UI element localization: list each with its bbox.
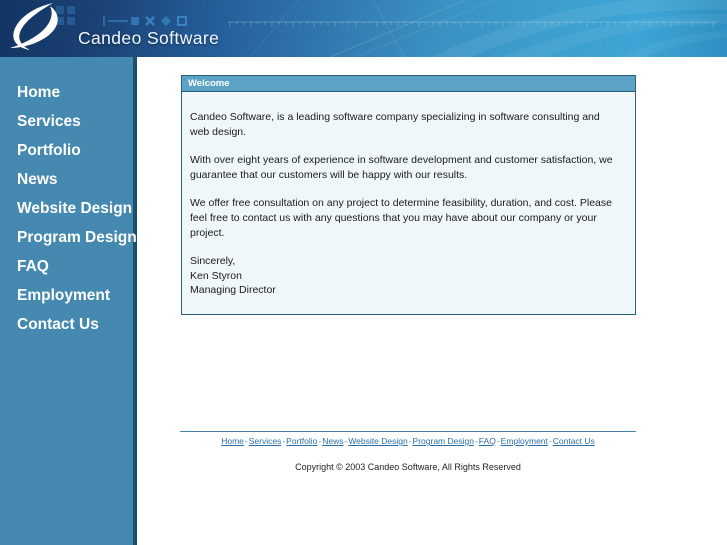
sidebar-item-portfolio[interactable]: Portfolio (0, 136, 133, 165)
welcome-panel-body: Candeo Software, is a leading software c… (182, 92, 635, 314)
footer-link-services[interactable]: Services (249, 436, 282, 446)
sidebar-item-news[interactable]: News (0, 165, 133, 194)
footer-link-news[interactable]: News (322, 436, 343, 446)
sidebar-item-program-design[interactable]: Program Design (0, 223, 137, 252)
sidebar-item-services[interactable]: Services (0, 107, 133, 136)
signature-name: Ken Styron (190, 269, 242, 282)
consultation-paragraph: We offer free consultation on any projec… (190, 197, 612, 239)
signature-closing: Sincerely, (190, 255, 236, 267)
signature-block: Sincerely, Ken Styron Managing Director (190, 254, 621, 298)
experience-paragraph: With over eight years of experience in s… (190, 154, 613, 181)
copyright-text: Copyright © 2003 Candeo Software, All Ri… (295, 462, 521, 472)
footer-link-portfolio[interactable]: Portfolio (286, 436, 317, 446)
sidebar-item-home[interactable]: Home (0, 78, 133, 107)
sidebar-nav-list: Home Services Portfolio News Website Des… (0, 78, 137, 339)
sidebar-item-employment[interactable]: Employment (0, 281, 133, 310)
footer-link-program-design[interactable]: Program Design (413, 436, 474, 446)
welcome-panel: Welcome Candeo Software, is a leading so… (181, 75, 636, 315)
footer-link-faq[interactable]: FAQ (479, 436, 496, 446)
main-content: Welcome Candeo Software, is a leading so… (137, 57, 727, 545)
sidebar-item-faq[interactable]: FAQ (0, 252, 133, 281)
intro-paragraph: Candeo Software, is a leading software c… (190, 111, 600, 138)
signature-role: Managing Director (190, 284, 276, 296)
brand-title: Candeo Software (78, 28, 220, 48)
candeo-swoosh-logo-icon (10, 3, 58, 50)
footer-link-home[interactable]: Home (221, 436, 244, 446)
site-footer: Home-Services-Portfolio-News-Website Des… (180, 431, 636, 472)
welcome-panel-title: Welcome (182, 76, 635, 92)
sidebar-item-contact-us[interactable]: Contact Us (0, 310, 133, 339)
sidebar-item-website-design[interactable]: Website Design (0, 194, 133, 223)
footer-link-website-design[interactable]: Website Design (348, 436, 407, 446)
footer-link-employment[interactable]: Employment (501, 436, 548, 446)
footer-link-contact-us[interactable]: Contact Us (553, 436, 595, 446)
footer-link-list: Home-Services-Portfolio-News-Website Des… (180, 432, 636, 446)
sidebar-navigation: Home Services Portfolio News Website Des… (0, 57, 137, 545)
site-header: Candeo Software (0, 0, 727, 57)
